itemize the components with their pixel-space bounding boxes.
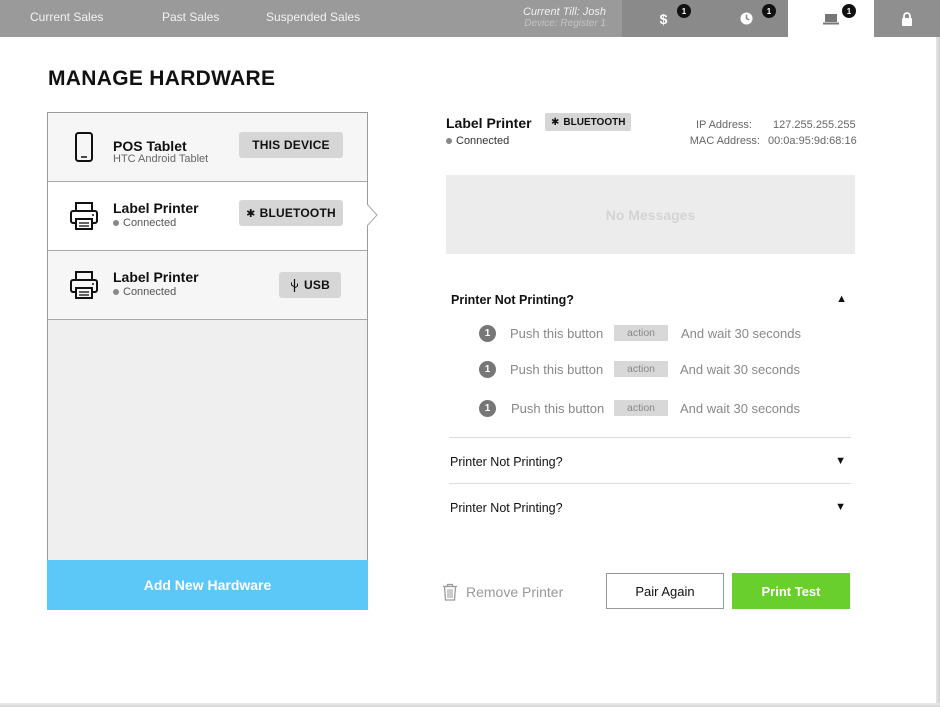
step-text: Push this button xyxy=(510,362,604,377)
accordion-title: Printer Not Printing? xyxy=(450,455,563,469)
device-name: Label Printer xyxy=(113,200,199,216)
device-row-pos-tablet[interactable]: POS Tablet HTC Android Tablet THIS DEVIC… xyxy=(48,113,367,182)
accordion-divider xyxy=(449,483,851,484)
pair-again-button[interactable]: Pair Again xyxy=(606,573,724,609)
accordion-header-collapsed[interactable]: Printer Not Printing? ▼ xyxy=(450,455,848,469)
notification-badge: 1 xyxy=(762,4,776,18)
device-status-text: Connected xyxy=(123,286,177,298)
history-button[interactable]: 1 xyxy=(705,0,788,37)
troubleshoot-step: 1 Push this button action And wait 30 se… xyxy=(479,400,809,418)
mac-address-label: MAC Address: xyxy=(689,135,760,147)
troubleshoot-step: 1 Push this button action And wait 30 se… xyxy=(479,325,809,343)
usb-tag-label: USB xyxy=(304,278,330,292)
step-action-button[interactable]: action xyxy=(614,361,668,377)
status-dot xyxy=(113,220,119,227)
clock-icon xyxy=(740,12,753,25)
lock-button[interactable] xyxy=(874,0,940,37)
device-status-text: Connected xyxy=(123,217,177,229)
nav-past-sales[interactable]: Past Sales xyxy=(162,10,219,24)
bluetooth-icon: ✱ xyxy=(551,116,560,128)
detail-bluetooth-tag: ✱ BLUETOOTH xyxy=(545,113,632,131)
laptop-icon xyxy=(823,13,839,24)
step-action-button[interactable]: action xyxy=(614,325,668,341)
accordion-title: Printer Not Printing? xyxy=(450,501,563,515)
printer-icon xyxy=(70,271,98,299)
device-row-label-printer-bluetooth[interactable]: Label Printer Connected ✱ BLUETOOTH xyxy=(48,182,367,251)
page-title: MANAGE HARDWARE xyxy=(48,67,276,90)
device-name: POS Tablet xyxy=(113,138,187,154)
notification-badge: 1 xyxy=(677,4,691,18)
device-label: Device: Register 1 xyxy=(524,18,606,29)
usb-tag: USB xyxy=(279,272,341,298)
usb-icon xyxy=(291,278,299,292)
step-action-button[interactable]: action xyxy=(614,400,668,416)
current-till-info: Current Till: Josh Device: Register 1 xyxy=(523,6,606,30)
device-subtitle: HTC Android Tablet xyxy=(113,153,209,165)
step-after-text: And wait 30 seconds xyxy=(680,401,800,416)
device-status: Connected xyxy=(113,217,176,229)
step-number: 1 xyxy=(479,325,496,342)
bluetooth-icon: ✱ xyxy=(246,207,256,220)
dollar-icon: $ xyxy=(659,10,668,27)
add-new-hardware-button[interactable]: Add New Hardware xyxy=(47,560,368,610)
mac-address-value: 00:0a:95:9d:68:16 xyxy=(768,135,857,147)
step-number: 1 xyxy=(479,361,496,378)
tablet-icon xyxy=(75,132,93,162)
messages-box: No Messages xyxy=(446,175,855,254)
lock-icon xyxy=(902,11,912,26)
window-edge xyxy=(936,37,940,707)
print-test-button[interactable]: Print Test xyxy=(732,573,850,609)
ip-address-label: IP Address: xyxy=(695,119,752,131)
ip-address-value: 127.255.255.255 xyxy=(773,119,856,131)
detail-status: Connected xyxy=(446,135,509,147)
remove-printer-label: Remove Printer xyxy=(466,584,564,600)
step-text: Push this button xyxy=(511,401,605,416)
status-dot xyxy=(446,138,452,145)
detail-tag-label: BLUETOOTH xyxy=(563,116,626,128)
caret-down-icon: ▼ xyxy=(835,501,846,513)
bluetooth-tag: ✱ BLUETOOTH xyxy=(239,200,343,226)
trash-icon xyxy=(443,583,457,601)
nav-current-sales[interactable]: Current Sales xyxy=(30,10,103,24)
device-list: POS Tablet HTC Android Tablet THIS DEVIC… xyxy=(47,112,368,610)
troubleshoot-step: 1 Push this button action And wait 30 se… xyxy=(479,361,809,379)
step-after-text: And wait 30 seconds xyxy=(680,362,800,377)
detail-status-text: Connected xyxy=(456,135,510,147)
caret-down-icon: ▼ xyxy=(835,455,846,467)
step-after-text: And wait 30 seconds xyxy=(681,326,801,341)
accordion-title: Printer Not Printing? xyxy=(451,293,574,307)
remove-printer-button[interactable]: Remove Printer xyxy=(442,582,563,602)
nav-suspended-sales[interactable]: Suspended Sales xyxy=(266,10,360,24)
printer-icon xyxy=(70,202,98,230)
this-device-tag: THIS DEVICE xyxy=(239,132,343,158)
current-till-label: Current Till: Josh xyxy=(522,6,606,18)
step-text: Push this button xyxy=(510,326,604,341)
device-name: Label Printer xyxy=(113,269,199,285)
selection-pointer xyxy=(367,204,378,226)
notification-badge: 1 xyxy=(842,4,856,18)
accordion-header-open[interactable]: Printer Not Printing? ▲ xyxy=(451,293,849,307)
device-status: Connected xyxy=(113,286,176,298)
top-bar: Current Sales Past Sales Suspended Sales… xyxy=(0,0,940,37)
sales-total-button[interactable]: $ 1 xyxy=(622,0,705,37)
bluetooth-tag-label: BLUETOOTH xyxy=(259,206,336,220)
step-number: 1 xyxy=(479,400,496,417)
status-dot xyxy=(113,289,119,296)
detail-device-name: Label Printer xyxy=(446,115,532,131)
device-row-label-printer-usb[interactable]: Label Printer Connected USB xyxy=(48,251,367,320)
hardware-button[interactable]: 1 xyxy=(788,0,874,37)
caret-up-icon: ▲ xyxy=(836,293,847,305)
window-bottom-edge xyxy=(0,703,940,707)
accordion-divider xyxy=(449,437,851,438)
accordion-header-collapsed[interactable]: Printer Not Printing? ▼ xyxy=(450,501,848,515)
